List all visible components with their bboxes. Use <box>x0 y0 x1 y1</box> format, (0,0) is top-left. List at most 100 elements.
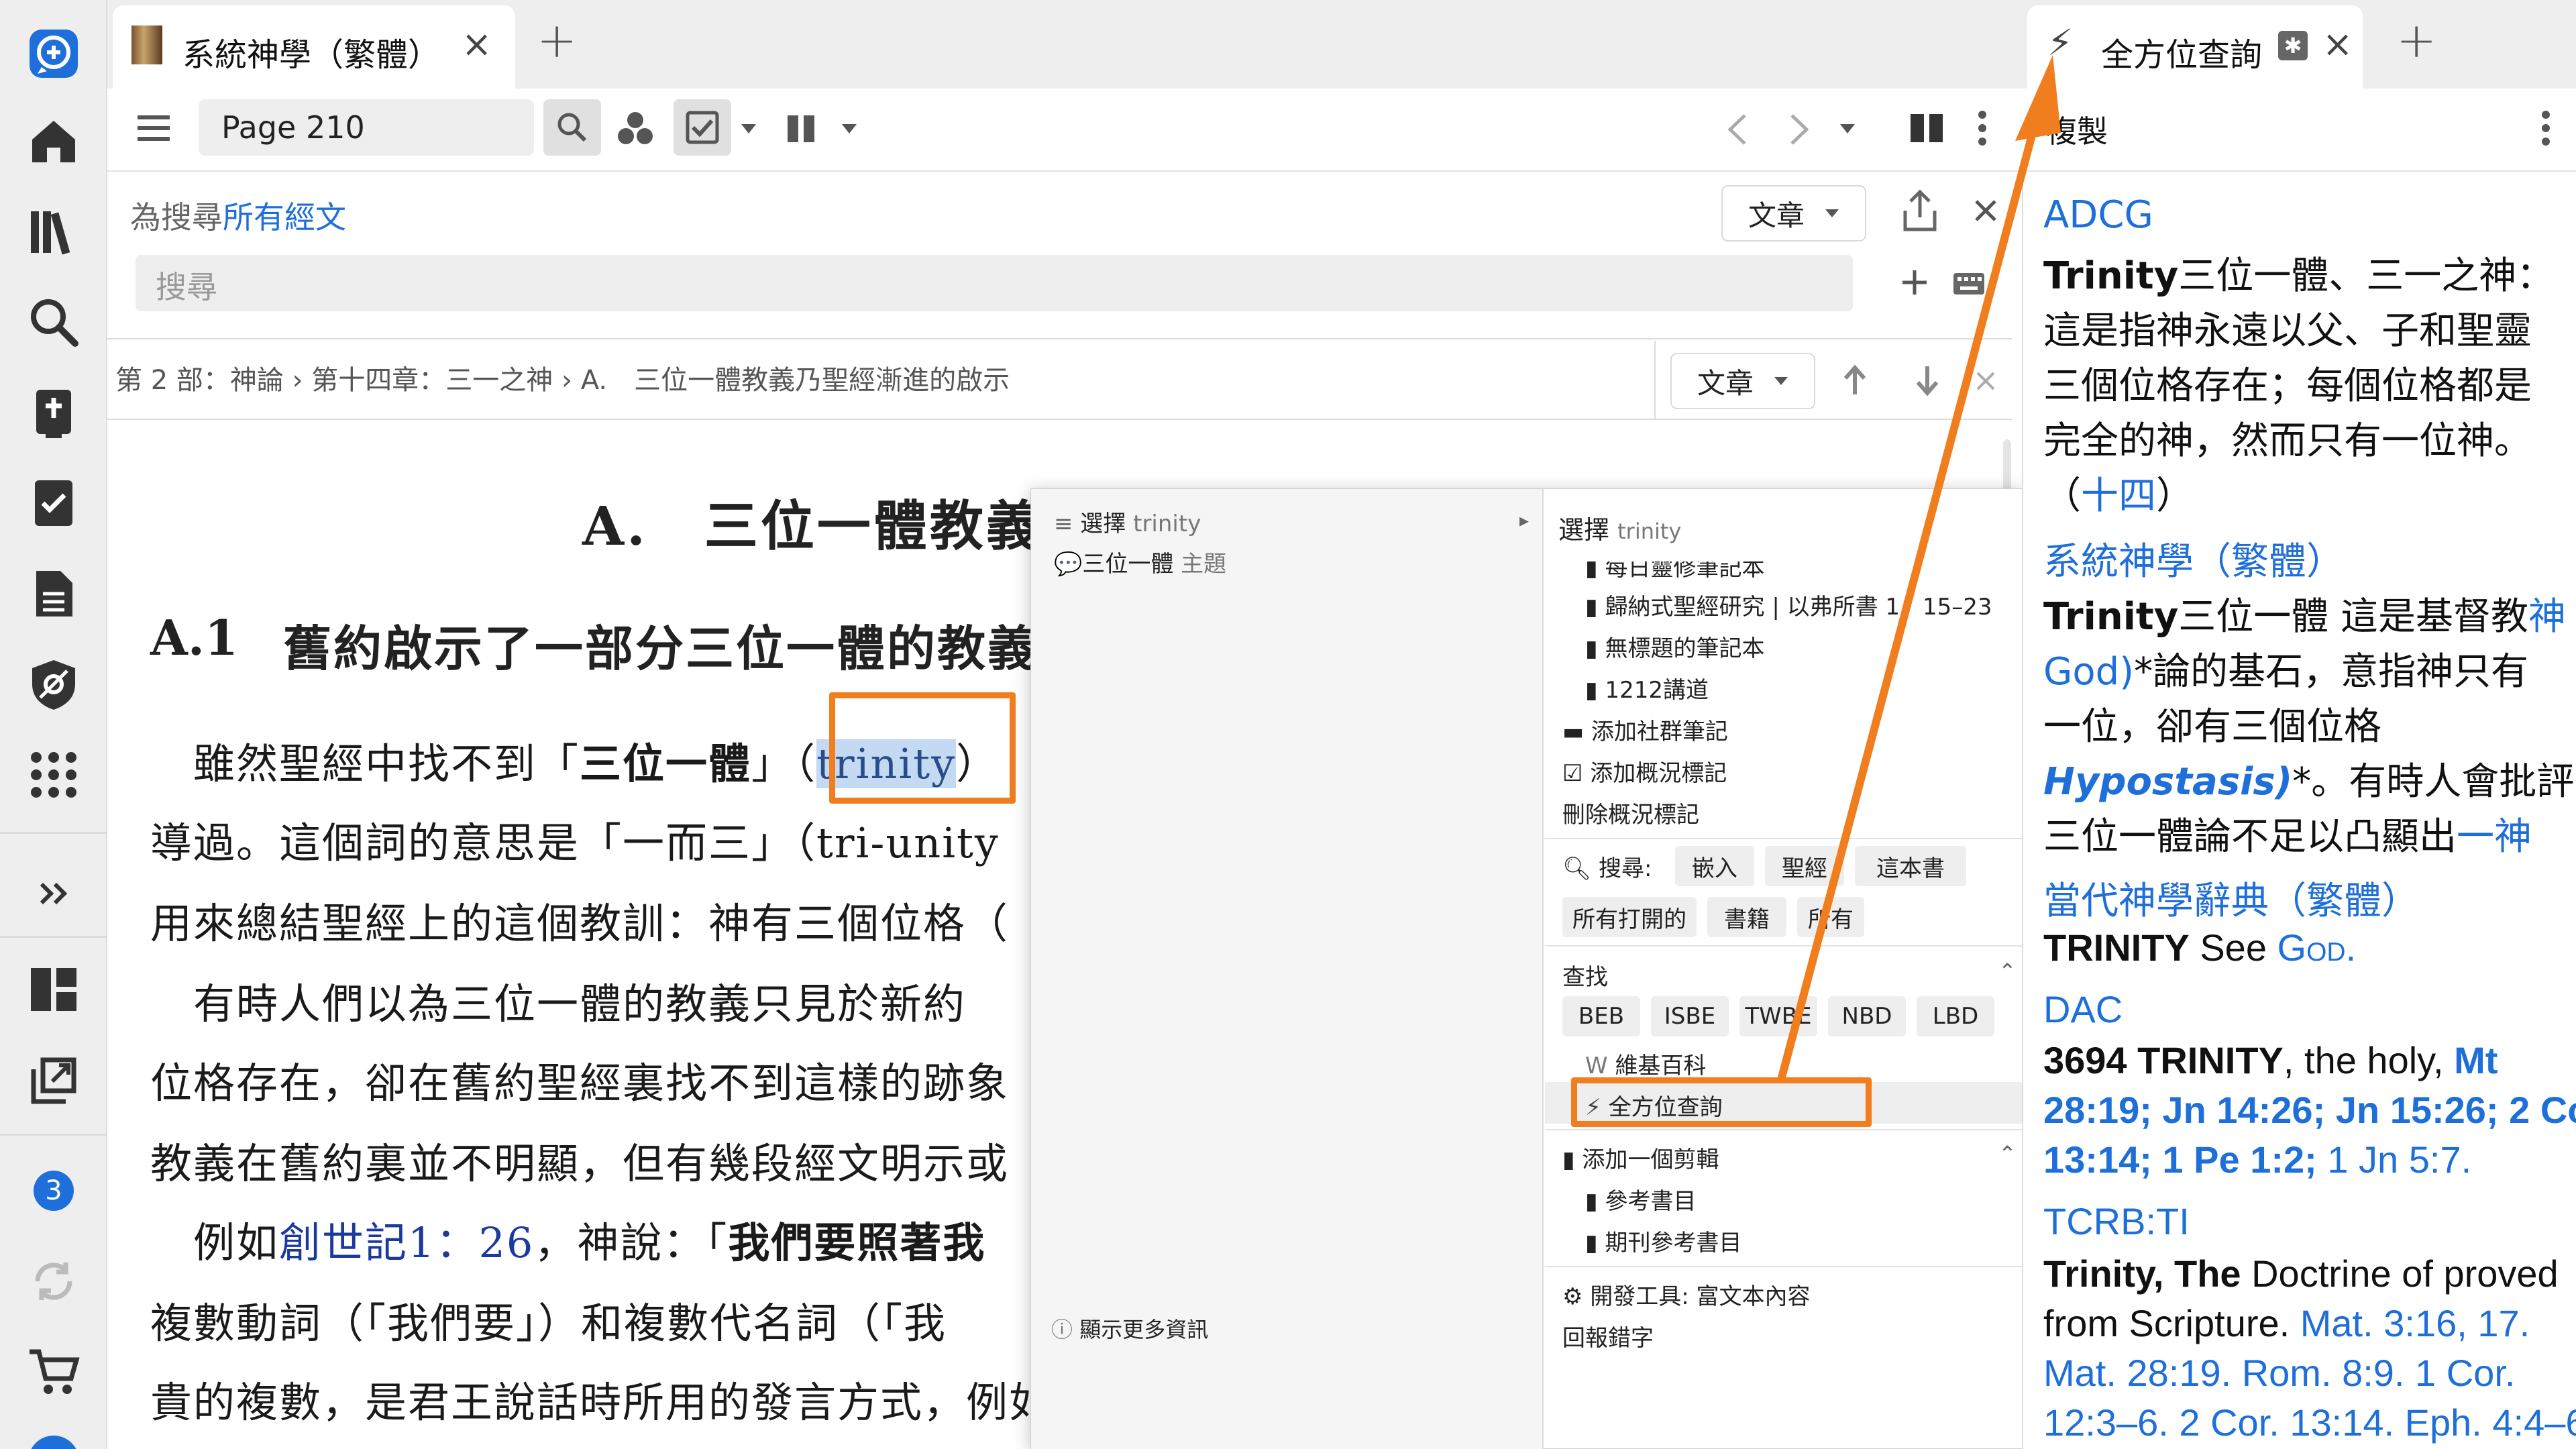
scripture-link[interactable]: Mt <box>2454 1039 2498 1081</box>
search-icon[interactable] <box>543 99 601 156</box>
chevron-down-icon[interactable] <box>735 115 762 142</box>
scripture-link[interactable]: Mat. 3:16, 17. <box>2300 1302 2530 1344</box>
source-label[interactable]: ADCG <box>2043 193 2153 237</box>
source-label[interactable]: 系統神學（繁體） <box>2043 531 2344 586</box>
scripture-link[interactable]: 12:3–6. 2 Cor. 13:14. Eph. 4:4–6. <box>2043 1401 2576 1444</box>
more-vertical-icon[interactable] <box>2529 105 2563 152</box>
find-chip-lbd[interactable]: LBD <box>1917 996 1994 1036</box>
new-tab-button[interactable]: + <box>537 12 577 68</box>
search-chip-open[interactable]: 所有打開的 <box>1562 897 1697 937</box>
collapse-icon[interactable]: ⌃ <box>1998 959 2017 984</box>
scripture-link[interactable]: 1 Jn 5:7. <box>2317 1138 2471 1181</box>
user-avatar[interactable] <box>28 1436 79 1449</box>
find-chip-beb[interactable]: BEB <box>1562 996 1640 1036</box>
menu-icon[interactable] <box>131 106 176 150</box>
tab-systematic-theology[interactable]: 系統神學（繁體） × <box>113 5 515 89</box>
split-view-icon[interactable] <box>1900 105 1953 152</box>
source-label[interactable]: TCRB:TI <box>2043 1199 2190 1243</box>
scripture-link[interactable]: Mat. 28:19. Rom. 8:9. 1 Cor. <box>2043 1351 2515 1395</box>
visual-filter-icon[interactable] <box>612 105 659 152</box>
close-icon[interactable]: × <box>462 23 492 65</box>
add-icon[interactable] <box>1894 259 1935 306</box>
search-chip-this-book[interactable]: 這本書 <box>1855 846 1966 886</box>
search-scope-dropdown[interactable]: 文章 <box>1721 185 1866 241</box>
cross-ref-link[interactable]: Hypostasis) <box>2043 760 2292 804</box>
show-more-info[interactable]: ⓘ 顯示更多資訊 <box>1051 1313 1208 1344</box>
export-icon[interactable] <box>20 1046 87 1114</box>
find-chip-twbe[interactable]: TWBE <box>1739 996 1817 1036</box>
checklist-icon[interactable] <box>20 470 87 537</box>
scripture-link[interactable]: 13:14; 1 Pe 1:2; <box>2043 1138 2317 1181</box>
search-chip-bible[interactable]: 聖經 <box>1765 846 1844 886</box>
find-chip-nbd[interactable]: NBD <box>1828 996 1906 1036</box>
apps-grid-icon[interactable] <box>20 741 87 808</box>
arrow-down-icon[interactable] <box>1905 358 1949 402</box>
menu-item-report-typo[interactable]: 回報錯字 <box>1562 1320 1654 1352</box>
cart-icon[interactable] <box>20 1338 87 1405</box>
menu-item-notebook[interactable]: ▮ 歸納式聖經研究 | 以弗所書 1：15–23 <box>1585 588 1992 621</box>
arrow-up-icon[interactable] <box>1833 358 1877 402</box>
library-icon[interactable] <box>20 198 87 265</box>
scrollbar[interactable] <box>2003 439 2011 493</box>
selection-row[interactable]: ≡ 選擇 trinity <box>1054 505 1201 538</box>
close-icon[interactable]: × <box>2322 23 2353 65</box>
search-scope-link[interactable]: 所有經文 <box>223 199 346 235</box>
forward-arrow-icon[interactable] <box>1775 106 1822 153</box>
search-chip-embedded[interactable]: 嵌入 <box>1675 846 1754 886</box>
copy-button[interactable]: 複製 <box>2046 107 2108 152</box>
menu-item-notebook[interactable]: ▮ 無標題的筆記本 <box>1585 630 1765 663</box>
menu-item-community-note[interactable]: ▬ 添加社群筆記 <box>1562 713 1728 746</box>
cross-ref-link[interactable]: 一神 <box>2457 815 2532 859</box>
keyboard-icon[interactable] <box>1945 262 1992 306</box>
chevron-down-icon[interactable] <box>836 115 863 142</box>
logos-icon[interactable] <box>20 20 87 87</box>
breadcrumb-path[interactable]: 第 2 部：神論 › 第十四章：三一之神 › A. 三位一體教義乃聖經漸進的啟示 <box>115 341 1010 420</box>
menu-item-remove-highlight[interactable]: 刪除概況標記 <box>1562 796 1699 829</box>
cross-ref-link[interactable]: 神 <box>2528 595 2566 639</box>
expand-icon[interactable] <box>20 860 87 927</box>
close-icon[interactable] <box>1966 191 2006 231</box>
find-chip-isbe[interactable]: ISBE <box>1651 996 1729 1036</box>
menu-item-wikipedia[interactable]: W 維基百科 <box>1585 1047 1706 1080</box>
chevron-down-icon[interactable] <box>1834 115 1861 142</box>
text-span: 」（ <box>751 739 817 788</box>
link-set-icon[interactable]: ✱ <box>2278 31 2308 60</box>
back-arrow-icon[interactable] <box>1715 106 1762 153</box>
more-vertical-icon[interactable] <box>1966 105 1999 152</box>
document-icon[interactable] <box>20 560 87 627</box>
breadcrumb-scope-dropdown[interactable]: 文章 <box>1670 353 1815 409</box>
cross-ref-link[interactable]: God. <box>2277 926 2357 969</box>
page-input[interactable]: Page 210 <box>199 99 534 156</box>
tasks-icon[interactable] <box>674 99 731 156</box>
eye-shield-icon[interactable] <box>20 651 87 718</box>
close-icon[interactable] <box>1966 361 2006 401</box>
menu-item-notebook[interactable]: ▮ 每日靈修筆記本 <box>1585 561 1765 582</box>
layout-icon[interactable] <box>20 956 87 1023</box>
menu-item-notebook[interactable]: ▮ 1212講道 <box>1585 672 1709 704</box>
sync-icon[interactable] <box>20 1248 87 1315</box>
scripture-link[interactable]: 創世記1：26 <box>279 1218 534 1267</box>
topic-row[interactable]: 💬三位一體 主題 <box>1054 545 1226 578</box>
bible-icon[interactable] <box>20 379 87 446</box>
source-label[interactable]: DAC <box>2043 987 2123 1031</box>
menu-item-add-highlight[interactable]: ☑ 添加概況標記 <box>1562 755 1727 788</box>
new-tab-button[interactable]: + <box>2396 12 2436 68</box>
menu-item-journal-bibliography[interactable]: ▮ 期刊參考書目 <box>1585 1224 1742 1257</box>
tab-omni-search[interactable]: ⚡ 全方位查詢 ✱ × <box>2027 5 2363 89</box>
parallel-columns-icon[interactable] <box>778 106 825 150</box>
home-icon[interactable] <box>20 107 87 174</box>
scripture-link[interactable]: 28:19; Jn 14:26; Jn 15:26; 2 Co <box>2043 1088 2576 1132</box>
search-input[interactable]: 搜尋 <box>136 255 1853 311</box>
cross-ref-link[interactable]: 十四 <box>2081 474 2156 518</box>
notification-badge[interactable]: 3 <box>20 1157 87 1224</box>
cross-ref-link[interactable]: God) <box>2043 650 2134 694</box>
menu-item-add-clipping[interactable]: ▮ 添加一個剪輯 <box>1562 1141 1719 1174</box>
menu-item-dev-tools[interactable]: ⚙ 開發工具: 富文本內容 <box>1562 1278 1811 1311</box>
source-label[interactable]: 當代神學辭典（繁體） <box>2043 871 2419 925</box>
search-chip-all[interactable]: 所有 <box>1797 897 1864 937</box>
menu-item-bibliography[interactable]: ▮ 參考書目 <box>1585 1183 1697 1216</box>
share-icon[interactable] <box>1894 185 1945 236</box>
search-chip-books[interactable]: 書籍 <box>1707 897 1786 937</box>
collapse-icon[interactable]: ⌃ <box>1998 1141 2017 1167</box>
search-icon[interactable] <box>20 288 87 356</box>
